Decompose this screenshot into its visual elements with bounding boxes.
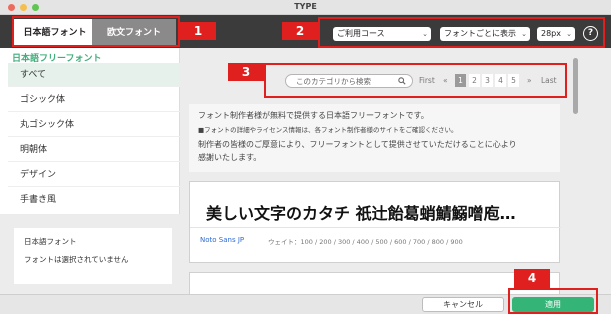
- annotation-badge-4: 4: [514, 269, 550, 288]
- annotation-badge-1: 1: [180, 22, 216, 40]
- sidebar-item-rounded-gothic[interactable]: 丸ゴシック体: [8, 113, 180, 137]
- category-description: フォント制作者様が無料で提供する日本語フリーフォントです。 ■フォントの詳細やラ…: [189, 104, 560, 172]
- description-thanks-1: 制作者の皆様のご厚意により、フリーフォントとして提供させていただけることに心より: [198, 140, 517, 149]
- description-line: フォント制作者様が無料で提供する日本語フリーフォントです。: [198, 111, 429, 120]
- annotation-box-2: [318, 17, 605, 48]
- font-card[interactable]: 美しい文字のカタチ 祇辻飴葛蛸鯖鰯噌庖… Noto Sans JP ウェイト：1…: [189, 181, 561, 263]
- selection-status: フォントは選択されていません: [24, 255, 129, 264]
- sidebar-item-gothic[interactable]: ゴシック体: [8, 88, 180, 112]
- sidebar-item-all[interactable]: すべて: [8, 63, 180, 87]
- font-card[interactable]: [189, 272, 560, 294]
- card-divider: [190, 227, 561, 228]
- selection-panel: 日本語フォント フォントは選択されていません: [0, 214, 180, 294]
- font-sample-text: 美しい文字のカタチ 祇辻飴葛蛸鯖鰯噌庖…: [206, 204, 516, 223]
- title-bar: TYPE: [0, 0, 611, 15]
- description-thanks: 制作者の皆様のご厚意により、フリーフォントとして提供させていただけることに心より…: [198, 138, 551, 164]
- selection-box-title: 日本語フォント: [24, 237, 77, 246]
- window-title: TYPE: [294, 2, 317, 11]
- selection-box: 日本語フォント フォントは選択されていません: [14, 228, 172, 284]
- sidebar-item-design[interactable]: デザイン: [8, 163, 180, 187]
- description-thanks-2: 感謝いたします。: [198, 153, 262, 162]
- scrollbar[interactable]: [573, 58, 578, 114]
- annotation-badge-3: 3: [228, 63, 264, 81]
- annotation-box-3: [264, 63, 567, 98]
- font-weights: ウェイト：100 / 200 / 300 / 400 / 500 / 600 /…: [268, 238, 463, 246]
- sidebar-item-mincho[interactable]: 明朝体: [8, 138, 180, 162]
- description-note: ■フォントの詳細やライセンス情報は、各フォント制作者様のサイトをご確認ください。: [198, 126, 458, 134]
- annotation-box-4: [508, 288, 598, 314]
- annotation-badge-2: 2: [282, 22, 318, 40]
- cancel-button[interactable]: キャンセル: [422, 297, 504, 312]
- font-name-link[interactable]: Noto Sans JP: [200, 236, 244, 244]
- annotation-box-1: [12, 16, 180, 47]
- sidebar-item-handwriting[interactable]: 手書き風: [8, 188, 180, 212]
- sidebar: 日本語フリーフォント すべて ゴシック体 丸ゴシック体 明朝体 デザイン 手書き…: [0, 48, 180, 294]
